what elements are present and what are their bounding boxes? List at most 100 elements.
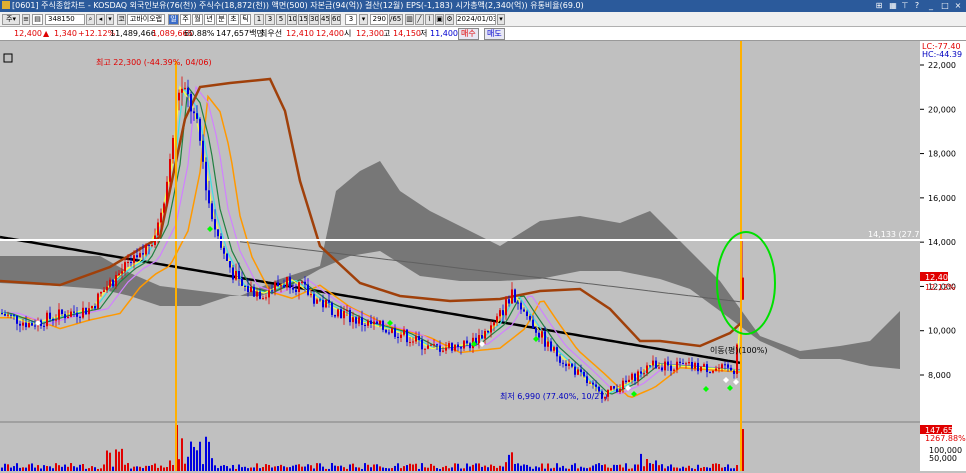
- minute-30[interactable]: 30: [309, 14, 319, 25]
- grid-icon[interactable]: ▦: [888, 1, 898, 11]
- period-day[interactable]: 일: [168, 14, 179, 25]
- candle-body: [451, 343, 453, 351]
- candle-body: [478, 335, 480, 345]
- volume-bar: [163, 467, 165, 471]
- stock-code-input[interactable]: 348150: [45, 14, 85, 25]
- candle-body: [706, 364, 708, 373]
- window-titlebar: [0601] 주식종합차트 - KOSDAQ 외국인보유(76(천)) 주식수(…: [0, 0, 966, 12]
- settings-icon[interactable]: ⚙: [445, 14, 454, 25]
- search-icon[interactable]: ⌕: [86, 14, 95, 25]
- candle-body: [625, 380, 627, 383]
- candle-body: [715, 368, 717, 371]
- volume-bar: [469, 466, 471, 471]
- hline-label: 14,133 (27.78%): [868, 230, 935, 239]
- candle-body: [682, 363, 684, 365]
- volume-bar: [256, 463, 258, 471]
- candle-body: [394, 328, 396, 337]
- period-second[interactable]: 초: [228, 14, 239, 25]
- volume-bar: [112, 466, 114, 471]
- minute-45[interactable]: 45: [320, 14, 330, 25]
- minute-5[interactable]: 5: [276, 14, 286, 25]
- volume-bar: [442, 467, 444, 471]
- minute-1[interactable]: 1: [254, 14, 264, 25]
- candle-body: [685, 363, 687, 365]
- volume-bar: [517, 463, 519, 471]
- chart-type-icon[interactable]: ╱: [415, 14, 424, 25]
- volume-bar: [184, 463, 186, 471]
- volume-bar: [472, 464, 474, 471]
- candle-body: [619, 388, 621, 393]
- tool-icon[interactable]: ⌇: [425, 14, 434, 25]
- candle-body: [700, 366, 702, 372]
- candle-body: [631, 373, 633, 380]
- range-input[interactable]: 290: [370, 14, 388, 25]
- data-icon[interactable]: ▥: [405, 14, 414, 25]
- price-infobar: 12,400 ▲ 1,340 +12.12% 11,489,466 1,089,…: [0, 27, 966, 41]
- period-month[interactable]: 월: [192, 14, 203, 25]
- candle-body: [466, 340, 468, 344]
- period-week[interactable]: 주: [180, 14, 191, 25]
- volume-bar: [547, 463, 549, 471]
- sell-button[interactable]: 매도: [484, 28, 505, 40]
- volume-bar: [634, 464, 636, 471]
- date-input[interactable]: 2024/01/03: [456, 14, 496, 25]
- mode-icon[interactable]: 코: [117, 14, 126, 25]
- price-chart[interactable]: 최고 22,300 (-44.39%, 04/06) 최저 6,990 (77.…: [0, 41, 966, 471]
- minute-60[interactable]: 60: [331, 14, 341, 25]
- volume-bar: [226, 466, 228, 471]
- candle-body: [664, 361, 666, 371]
- print-icon[interactable]: ▣: [435, 14, 444, 25]
- volume-bar: [115, 449, 117, 471]
- candle-body: [133, 255, 135, 263]
- volume-bar: [109, 452, 111, 471]
- price-tick-label: 20,000: [928, 105, 956, 114]
- minute-15[interactable]: 15: [298, 14, 308, 25]
- speaker-icon[interactable]: ◂: [96, 14, 105, 25]
- candle-body: [157, 222, 159, 236]
- volume-bar: [169, 460, 171, 471]
- candle-body: [688, 361, 690, 364]
- dropdown-icon[interactable]: ▾: [106, 14, 114, 25]
- link-icon[interactable]: ⊞: [874, 1, 884, 11]
- candle-body: [511, 289, 513, 304]
- candle-body: [481, 335, 483, 339]
- minute-10[interactable]: 10: [287, 14, 297, 25]
- volume-bar: [250, 467, 252, 471]
- volume-bar: [322, 466, 324, 471]
- volume-bar: [232, 464, 234, 471]
- minute-3[interactable]: 3: [265, 14, 275, 25]
- candle-body: [379, 320, 381, 325]
- list-icon[interactable]: ▤: [32, 14, 43, 25]
- volume-bar: [661, 464, 663, 471]
- candle-body: [586, 376, 588, 384]
- volume-bar: [457, 463, 459, 471]
- minimize-icon[interactable]: _: [926, 1, 936, 11]
- candle-body: [106, 286, 108, 291]
- pin-icon[interactable]: ⊤: [900, 1, 910, 11]
- candle-body: [733, 370, 735, 374]
- candle-body: [436, 344, 438, 346]
- low-price: 11,400: [430, 29, 458, 38]
- close-icon[interactable]: ×: [953, 1, 963, 11]
- count-input[interactable]: 3: [345, 14, 357, 25]
- candle-body: [217, 229, 219, 237]
- period-minute[interactable]: 분: [216, 14, 227, 25]
- candle-body: [340, 309, 342, 319]
- count-dropdown-icon[interactable]: ▾: [359, 14, 368, 25]
- date-dropdown-icon[interactable]: ▾: [497, 14, 505, 25]
- maximize-icon[interactable]: □: [940, 1, 950, 11]
- volume-bar: [736, 465, 738, 471]
- period-year[interactable]: 년: [204, 14, 215, 25]
- candle-body: [439, 345, 441, 352]
- help-icon[interactable]: ?: [912, 1, 922, 11]
- mode-select[interactable]: 주▾: [2, 14, 20, 25]
- volume-bar: [10, 467, 12, 471]
- volume-bar: [487, 467, 489, 471]
- menu-icon[interactable]: ≡: [22, 14, 30, 25]
- candle-body: [403, 329, 405, 335]
- period-tick[interactable]: 틱: [240, 14, 251, 25]
- buy-button[interactable]: 매수: [458, 28, 479, 40]
- volume-bar: [352, 463, 354, 471]
- volume-bar: [91, 466, 93, 471]
- candle-body: [508, 299, 510, 304]
